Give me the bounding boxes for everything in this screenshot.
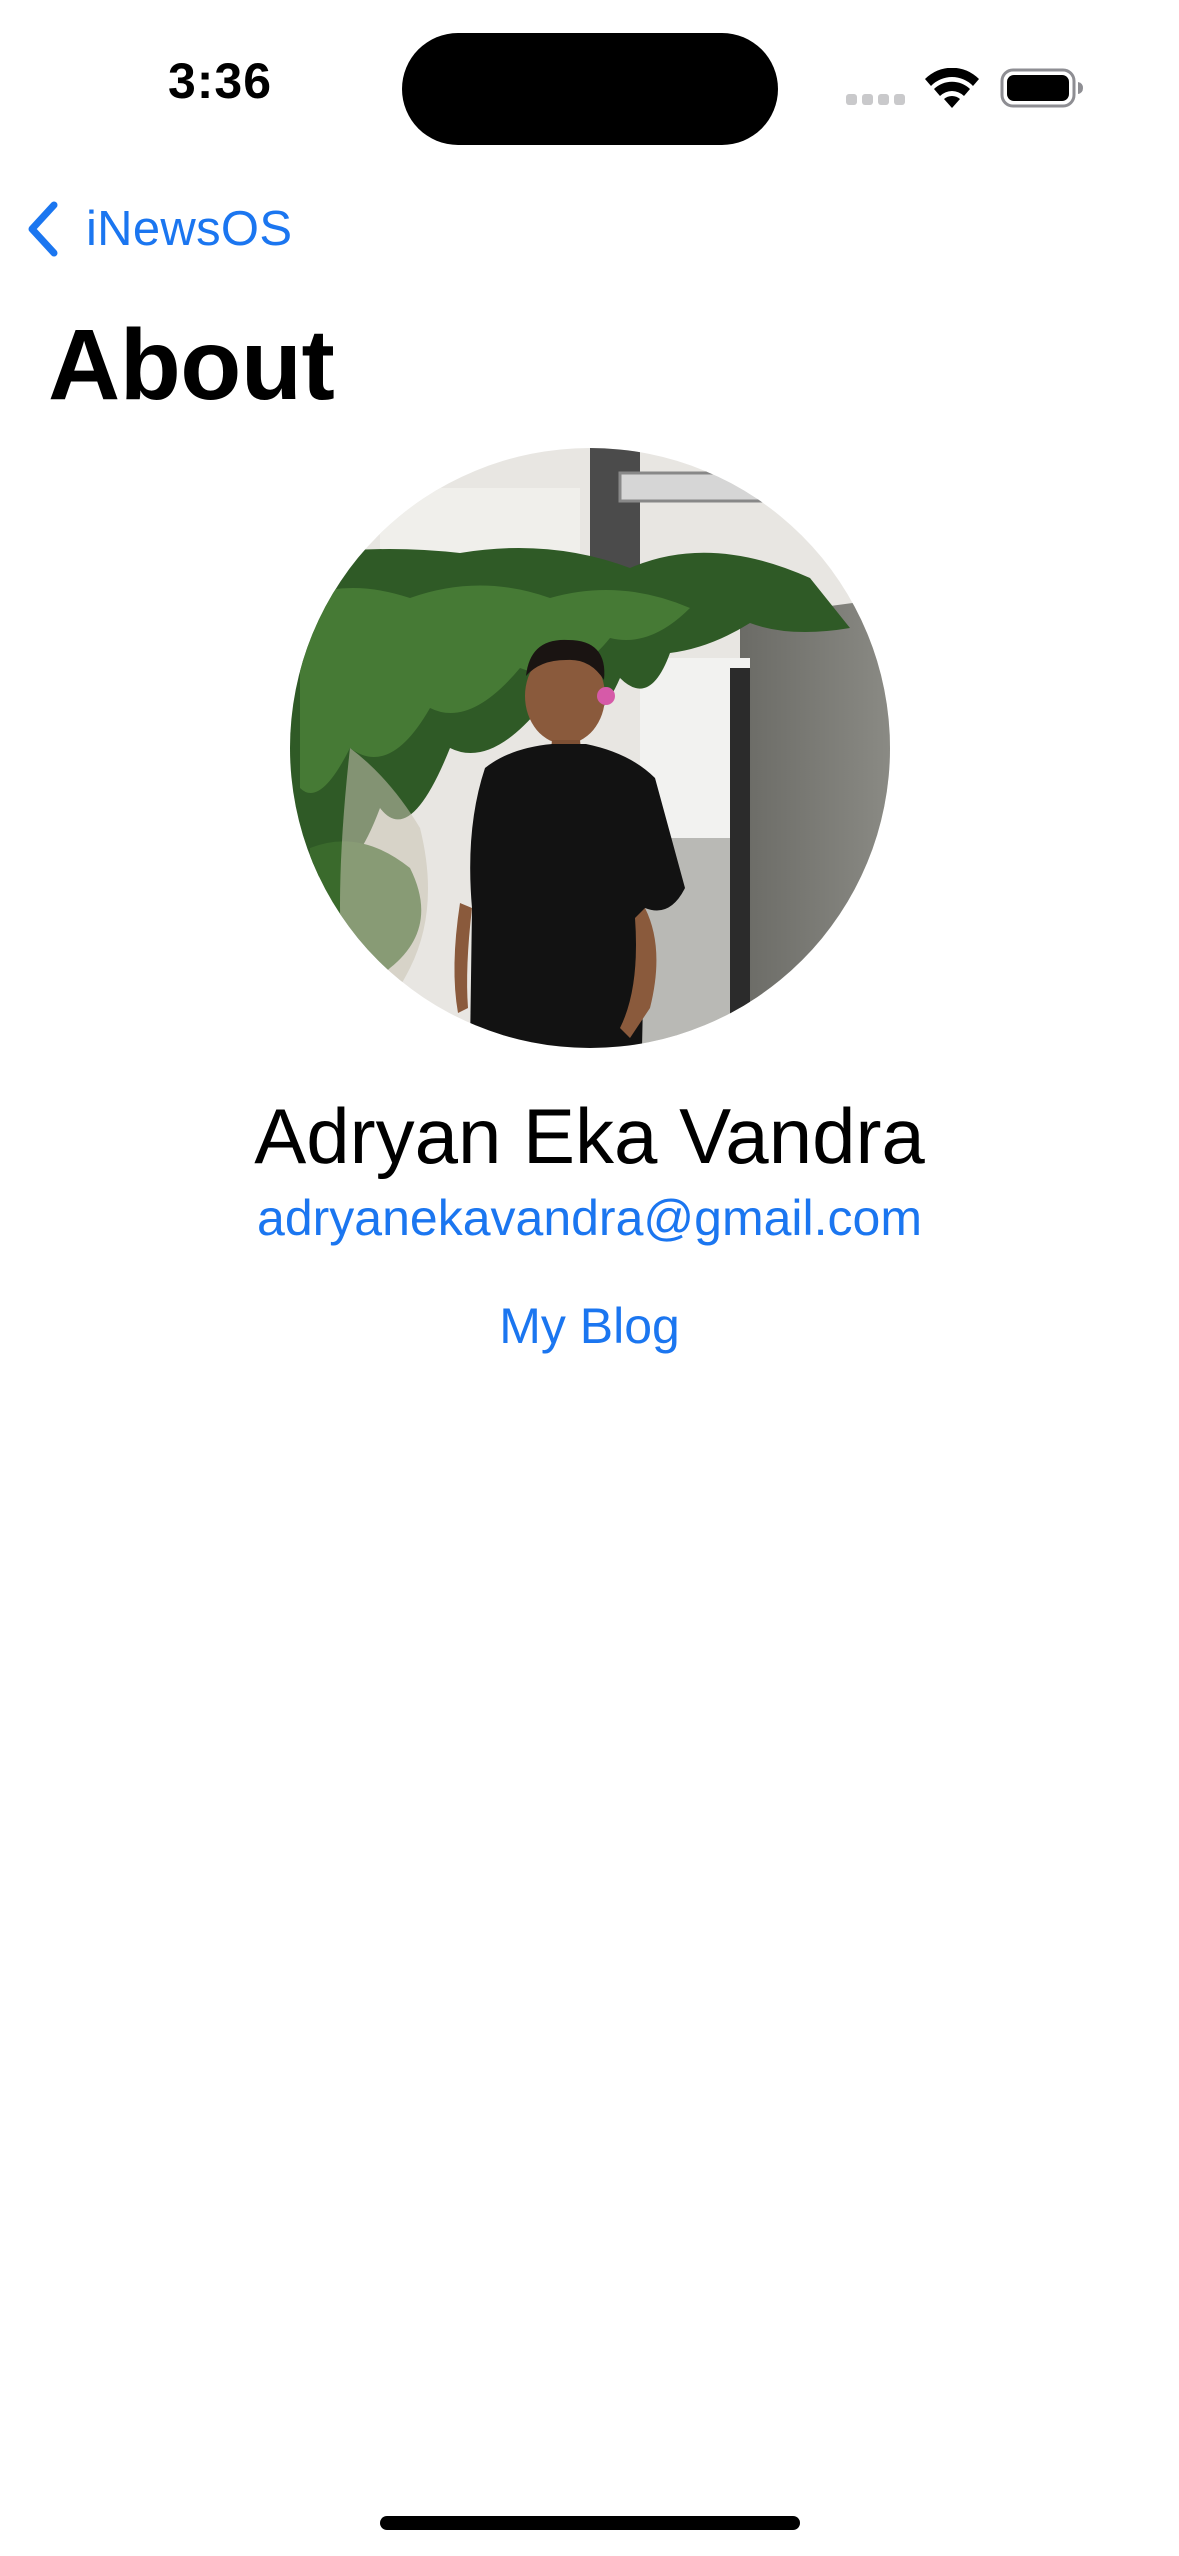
back-button-label: iNewsOS: [86, 202, 293, 256]
page-title: About: [48, 309, 335, 421]
status-time: 3:36: [167, 53, 273, 109]
wifi-icon: [925, 68, 979, 108]
my-blog-link[interactable]: My Blog: [0, 1294, 1179, 1358]
email-link[interactable]: adryanekavandra@gmail.com: [0, 1186, 1179, 1250]
status-bar: 3:36: [0, 0, 1179, 150]
chevron-left-icon: [28, 201, 58, 257]
back-button[interactable]: iNewsOS: [24, 196, 292, 262]
profile-photo: [290, 448, 890, 1048]
profile-name: Adryan Eka Vandra: [254, 1092, 925, 1180]
home-indicator[interactable]: [380, 2516, 800, 2530]
battery-icon: [1000, 68, 1083, 108]
dynamic-island: [402, 33, 778, 145]
cellular-signal-icon: [846, 94, 906, 108]
